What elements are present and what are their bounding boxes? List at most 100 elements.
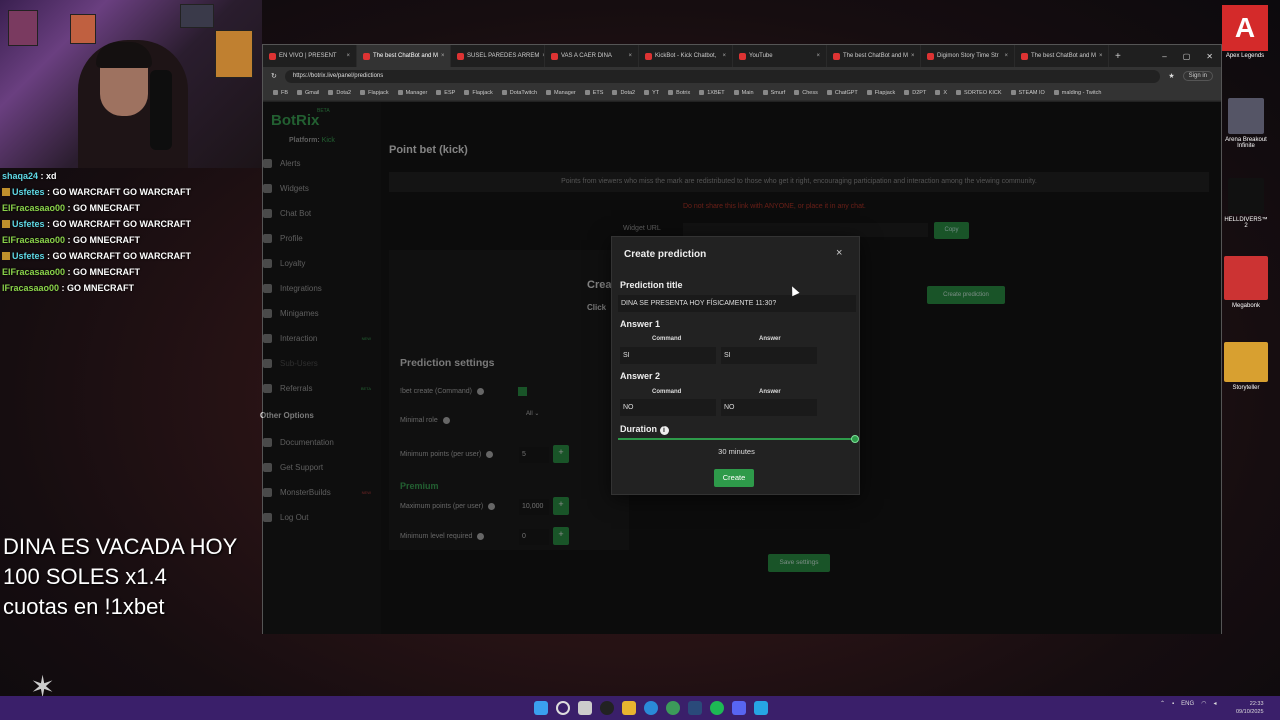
close-icon[interactable]: ×: [722, 53, 726, 59]
bookmark-item[interactable]: SORTEO KICK: [956, 90, 1002, 96]
bookmark-item[interactable]: Botrix: [668, 90, 690, 96]
obs-icon[interactable]: [600, 701, 614, 715]
close-icon[interactable]: ×: [911, 53, 915, 59]
bookmark-item[interactable]: STEAM IO: [1011, 90, 1045, 96]
chat-username[interactable]: Usfetes: [12, 251, 45, 261]
bookmark-item[interactable]: ETS: [585, 90, 604, 96]
browser-tab[interactable]: SUSEL PAREDES ARREM×: [451, 45, 545, 67]
discord-icon[interactable]: [732, 701, 746, 715]
browser-tab[interactable]: YouTube ×: [733, 45, 827, 67]
bookmark-item[interactable]: Gmail: [297, 90, 319, 96]
chat-message: ElFracasaao00 : GO MNECRAFT: [2, 267, 141, 277]
tab-favicon-icon: [927, 52, 934, 60]
bookmark-item[interactable]: Main: [734, 90, 754, 96]
steam-icon[interactable]: [688, 701, 702, 715]
clock[interactable]: 22:33 09/10/2025: [1236, 700, 1264, 716]
browser-tab[interactable]: EN VIVO | PRESENT ×: [263, 45, 357, 67]
star-icon[interactable]: ★: [1168, 72, 1174, 80]
prediction-title-input[interactable]: DINA SE PRESENTA HOY FÍSICAMENTE 11:30?: [618, 295, 856, 312]
wifi-icon[interactable]: ◠: [1201, 700, 1206, 707]
language-indicator[interactable]: ENG: [1181, 701, 1194, 707]
bookmark-item[interactable]: Chess: [794, 90, 818, 96]
streamer-hair: [96, 42, 152, 68]
bookmark-item[interactable]: Manager: [546, 90, 576, 96]
bookmark-item[interactable]: FB: [273, 90, 288, 96]
chat-username[interactable]: ElFracasaao00: [2, 203, 65, 213]
chat-username[interactable]: shaqa24: [2, 171, 38, 181]
bookmark-item[interactable]: DotaTwitch: [502, 90, 537, 96]
browser-tab[interactable]: The best ChatBot and M ×: [357, 45, 451, 67]
bookmark-item[interactable]: X: [935, 90, 947, 96]
create-button[interactable]: Create: [714, 469, 754, 487]
desktop-icon-megabonk[interactable]: Megabonk: [1224, 256, 1268, 309]
answer-1-answer-input[interactable]: SI: [721, 347, 817, 364]
modal-title: Create prediction: [624, 249, 707, 260]
duration-value: 30 minutes: [718, 447, 755, 456]
desktop-icon-helldivers[interactable]: HELLDIVERS™ 2: [1224, 178, 1268, 229]
duration-slider-track[interactable]: [618, 438, 856, 440]
new-tab-button[interactable]: +: [1109, 51, 1127, 62]
close-icon[interactable]: ×: [836, 247, 842, 259]
url-field[interactable]: https://botrix.live/panel/predictions: [284, 69, 1161, 83]
bookmark-item[interactable]: D2PT: [904, 90, 926, 96]
close-icon[interactable]: ×: [346, 53, 350, 59]
desktop-icon-storyteller[interactable]: Storyteller: [1224, 342, 1268, 391]
megabonk-icon: [1224, 256, 1268, 300]
sign-in-button[interactable]: Sign in: [1182, 71, 1213, 81]
bookmark-item[interactable]: Flapjack: [867, 90, 895, 96]
chat-message: ElFracasaao00 : GO MNECRAFT: [2, 235, 141, 245]
start-icon[interactable]: [534, 701, 548, 715]
close-icon[interactable]: ×: [628, 53, 632, 59]
answer-2-answer-input[interactable]: NO: [721, 399, 817, 416]
bookmark-item[interactable]: YT: [644, 90, 659, 96]
reload-icon[interactable]: ↻: [271, 72, 277, 80]
bookmark-item[interactable]: malding - Twitch: [1054, 90, 1102, 96]
duration-slider-handle[interactable]: [851, 435, 859, 443]
bookmark-item[interactable]: Flapjack: [360, 90, 388, 96]
bookmark-item[interactable]: Smurf: [763, 90, 786, 96]
browser-tab[interactable]: Digimon Story Time Str ×: [921, 45, 1015, 67]
bookmark-item[interactable]: ESP: [436, 90, 455, 96]
tray-app-icon[interactable]: ▪: [1172, 701, 1174, 707]
close-icon[interactable]: ×: [816, 53, 820, 59]
chevron-up-icon[interactable]: ⌃: [1160, 700, 1165, 707]
file-explorer-icon[interactable]: [622, 701, 636, 715]
close-icon[interactable]: ×: [1004, 53, 1008, 59]
search-icon[interactable]: [556, 701, 570, 715]
chrome-icon[interactable]: [666, 701, 680, 715]
bookmark-item[interactable]: Dota2: [328, 90, 351, 96]
bookmark-item[interactable]: Dota2: [612, 90, 635, 96]
browser-tab[interactable]: KickBot - Kick Chatbot, ×: [639, 45, 733, 67]
bookmark-item[interactable]: 1XBET: [699, 90, 724, 96]
tab-label: YouTube: [749, 53, 773, 59]
chat-username[interactable]: lFracasaao00: [2, 283, 59, 293]
bookmark-item[interactable]: Manager: [398, 90, 428, 96]
browser-tab[interactable]: VAS A CAER DINA ×: [545, 45, 639, 67]
close-icon[interactable]: ×: [1099, 53, 1103, 59]
volume-icon[interactable]: ◂: [1213, 700, 1216, 707]
prediction-title-label: Prediction title: [620, 280, 683, 290]
address-bar-row: ↻ https://botrix.live/panel/predictions …: [263, 67, 1221, 85]
chat-message: ElFracasaao00 : GO MNECRAFT: [2, 203, 141, 213]
spotify-icon[interactable]: [710, 701, 724, 715]
desktop-icon-apex[interactable]: A Apex Legends: [1222, 5, 1268, 59]
chat-username[interactable]: ElFracasaao00: [2, 267, 65, 277]
chat-username[interactable]: Usfetes: [12, 187, 45, 197]
info-icon[interactable]: i: [659, 426, 669, 435]
answer-2-command-input[interactable]: NO: [620, 399, 716, 416]
close-icon[interactable]: ✕: [1206, 52, 1213, 61]
chat-username[interactable]: Usfetes: [12, 219, 45, 229]
maximize-icon[interactable]: ▢: [1183, 52, 1191, 61]
edge-icon[interactable]: [644, 701, 658, 715]
chat-username[interactable]: ElFracasaao00: [2, 235, 65, 245]
answer-1-command-input[interactable]: SI: [620, 347, 716, 364]
minimize-icon[interactable]: –: [1162, 52, 1166, 61]
task-view-icon[interactable]: [578, 701, 592, 715]
browser-tab[interactable]: The best ChatBot and M ×: [827, 45, 921, 67]
bookmark-item[interactable]: Flapjack: [464, 90, 492, 96]
browser-tab[interactable]: The best ChatBot and M ×: [1015, 45, 1109, 67]
close-icon[interactable]: ×: [441, 53, 445, 59]
bookmark-item[interactable]: ChatGPT: [827, 90, 858, 96]
telegram-icon[interactable]: [754, 701, 768, 715]
desktop-icon-arena-breakout[interactable]: Arena Breakout Infinite: [1224, 98, 1268, 149]
